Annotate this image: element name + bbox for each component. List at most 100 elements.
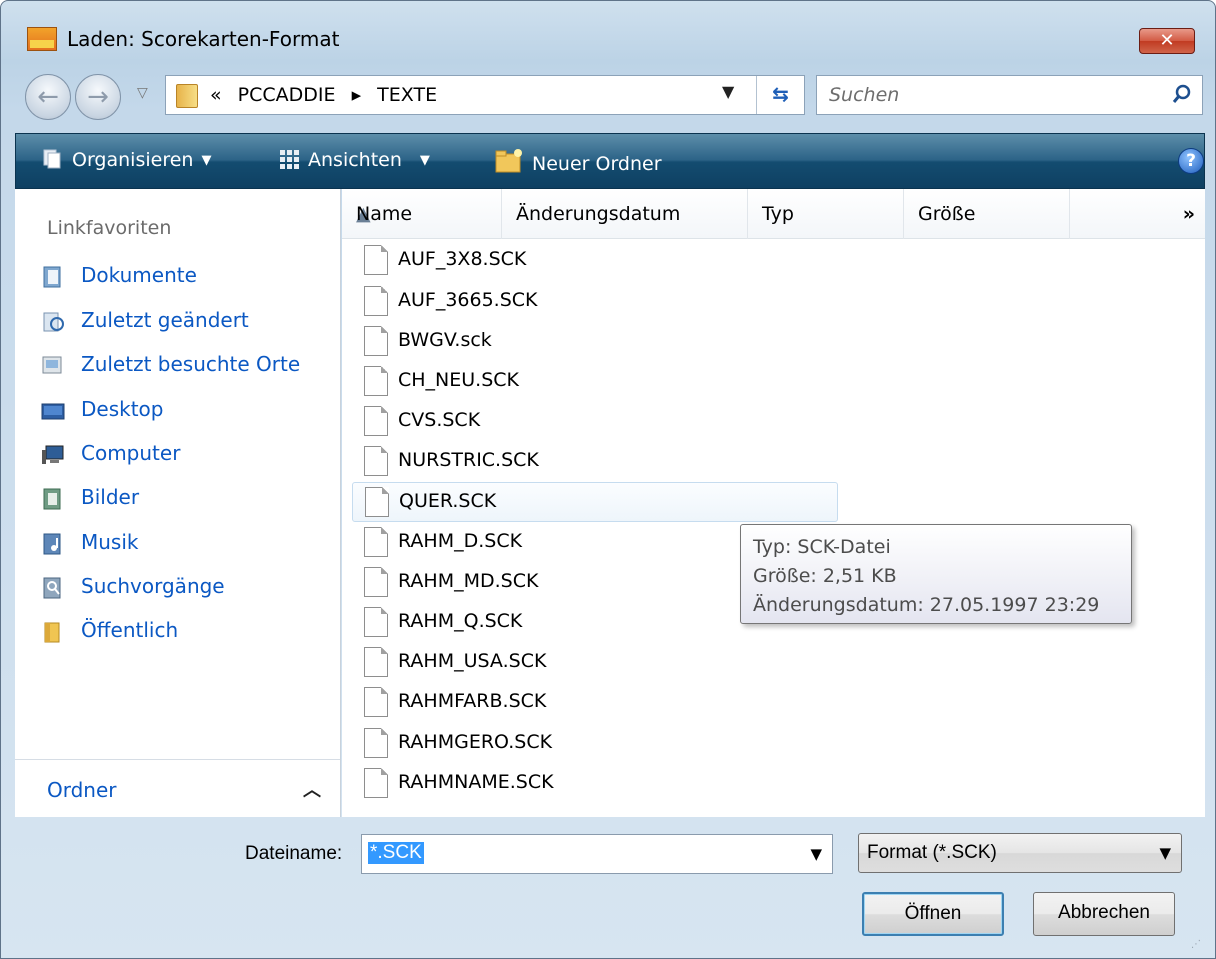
breadcrumb-texte[interactable]: TEXTE: [377, 84, 437, 106]
documents-icon: [43, 266, 61, 288]
file-type-select[interactable]: Format (*.SCK) ▼: [858, 833, 1182, 873]
cancel-button[interactable]: Abbrechen: [1033, 892, 1175, 936]
public-folder-icon: [44, 622, 60, 643]
dropdown-arrow-icon[interactable]: ▼: [810, 845, 822, 863]
recent-places-icon: [42, 356, 62, 374]
file-name: RAHMGERO.SCK: [398, 731, 553, 753]
file-icon: [364, 326, 388, 356]
file-row[interactable]: RAHM_USA.SCK: [352, 643, 838, 683]
file-name: CVS.SCK: [398, 409, 481, 431]
sidebar-item-pictures[interactable]: Bilder: [35, 481, 335, 517]
file-name: RAHMNAME.SCK: [398, 771, 554, 793]
file-row[interactable]: RAHMFARB.SCK: [352, 683, 838, 723]
new-folder-icon: [495, 149, 522, 173]
file-row[interactable]: AUF_3665.SCK: [352, 282, 838, 322]
column-header-name[interactable]: ▲ Name: [342, 189, 502, 239]
filename-label: Dateiname:: [245, 843, 343, 864]
sidebar-item-label: Bilder: [81, 485, 140, 509]
file-name: RAHMFARB.SCK: [398, 690, 547, 712]
recent-pages-dropdown[interactable]: ▽: [137, 85, 148, 101]
file-row[interactable]: AUF_3X8.SCK: [352, 241, 838, 281]
sidebar-item-label: Zuletzt geändert: [81, 308, 249, 332]
file-name: CH_NEU.SCK: [398, 369, 520, 391]
views-button[interactable]: Ansichten ▼: [278, 148, 430, 171]
sidebar-item-computer[interactable]: Computer: [35, 437, 335, 473]
breadcrumb-separator[interactable]: ▸: [352, 84, 362, 106]
folders-toggle[interactable]: Ordner ︿: [15, 759, 340, 817]
favorite-links-header: Linkfavoriten: [47, 217, 172, 239]
file-row[interactable]: BWGV.sck: [352, 322, 838, 362]
file-icon: [365, 487, 389, 517]
desktop-icon: [41, 403, 65, 420]
forward-button[interactable]: →: [75, 74, 121, 120]
filename-value[interactable]: *.SCK: [368, 842, 424, 864]
refresh-icon[interactable]: ⇆: [756, 76, 804, 114]
new-folder-label: Neuer Ordner: [532, 153, 662, 175]
sidebar-item-recent-places[interactable]: Zuletzt besuchte Orte: [35, 348, 335, 384]
file-row[interactable]: CVS.SCK: [352, 402, 838, 442]
file-list: ▲ Name Änderungsdatum Typ Größe » AUF_3X…: [342, 189, 1205, 817]
file-row[interactable]: RAHMNAME.SCK: [352, 764, 838, 804]
file-name: BWGV.sck: [398, 329, 492, 351]
sidebar-item-desktop[interactable]: Desktop: [35, 393, 335, 429]
recent-changed-icon: [43, 312, 64, 332]
filename-combobox[interactable]: *.SCK ▼: [361, 834, 833, 874]
organize-icon: [43, 149, 61, 169]
search-input[interactable]: Suchen: [816, 75, 1203, 115]
new-folder-button[interactable]: Neuer Ordner: [494, 148, 662, 175]
file-row[interactable]: NURSTRIC.SCK: [352, 442, 838, 482]
computer-icon: [42, 445, 64, 464]
column-headers: ▲ Name Änderungsdatum Typ Größe »: [342, 189, 1205, 239]
breadcrumb-overflow[interactable]: «: [210, 84, 222, 106]
file-icon: [364, 607, 388, 637]
file-icon: [364, 286, 388, 316]
search-placeholder: Suchen: [829, 84, 900, 106]
tooltip-modified: Änderungsdatum: 27.05.1997 23:29: [753, 594, 1100, 616]
dropdown-arrow-icon[interactable]: ▼: [1159, 844, 1171, 862]
file-icon: [364, 527, 388, 557]
column-header-size[interactable]: Größe: [904, 189, 1070, 239]
file-row-hovered[interactable]: QUER.SCK: [352, 482, 838, 522]
column-header-label: Änderungsdatum: [516, 203, 681, 225]
sidebar-item-label: Suchvorgänge: [81, 574, 225, 598]
organize-button[interactable]: Organisieren ▼: [42, 148, 211, 171]
sidebar-item-documents[interactable]: Dokumente: [35, 259, 335, 295]
open-button[interactable]: Öffnen: [862, 892, 1004, 936]
file-row[interactable]: RAHMGERO.SCK: [352, 724, 838, 764]
address-dropdown-icon[interactable]: ▼: [722, 82, 734, 101]
file-icon: [364, 728, 388, 758]
sidebar-item-recent-changed[interactable]: Zuletzt geändert: [35, 304, 335, 340]
music-icon: [43, 533, 61, 555]
sidebar-item-label: Musik: [81, 530, 139, 554]
file-open-dialog: Laden: Scorekarten-Format ✕ ← → ▽ « PCCA…: [0, 0, 1216, 959]
folder-icon: [176, 84, 198, 108]
address-bar[interactable]: « PCCADDIE ▸ TEXTE ▼ ⇆: [165, 75, 805, 115]
file-name: RAHM_Q.SCK: [398, 610, 523, 632]
breadcrumb: « PCCADDIE ▸ TEXTE: [210, 84, 447, 106]
breadcrumb-pccaddie[interactable]: PCCADDIE: [238, 84, 336, 106]
sidebar-item-searches[interactable]: Suchvorgänge: [35, 570, 335, 606]
help-icon[interactable]: ?: [1178, 148, 1204, 174]
file-name: RAHM_D.SCK: [398, 530, 523, 552]
close-button[interactable]: ✕: [1139, 28, 1195, 54]
resize-grip-icon[interactable]: ⋰: [1191, 939, 1201, 950]
file-icon: [364, 768, 388, 798]
more-columns-icon[interactable]: »: [1183, 203, 1195, 225]
column-header-type[interactable]: Typ: [748, 189, 904, 239]
file-name: AUF_3X8.SCK: [398, 248, 527, 270]
back-button[interactable]: ←: [25, 74, 71, 120]
chevron-down-icon: ▼: [201, 153, 212, 168]
search-icon[interactable]: [1172, 84, 1192, 104]
navigation-pane: Linkfavoriten Dokumente Zuletzt geändert…: [15, 189, 341, 817]
sidebar-item-music[interactable]: Musik: [35, 526, 335, 562]
chevron-down-icon: ▼: [419, 153, 430, 168]
views-grid-icon: [280, 150, 299, 169]
tooltip-type: Typ: SCK-Datei: [753, 536, 891, 558]
searches-icon: [43, 577, 61, 599]
sidebar-item-public[interactable]: Öffentlich: [35, 614, 335, 650]
file-row[interactable]: CH_NEU.SCK: [352, 362, 838, 402]
column-header-modified[interactable]: Änderungsdatum: [502, 189, 748, 239]
title-bar[interactable]: Laden: Scorekarten-Format ✕: [1, 1, 1215, 61]
file-icon: [364, 687, 388, 717]
file-name: NURSTRIC.SCK: [398, 449, 539, 471]
